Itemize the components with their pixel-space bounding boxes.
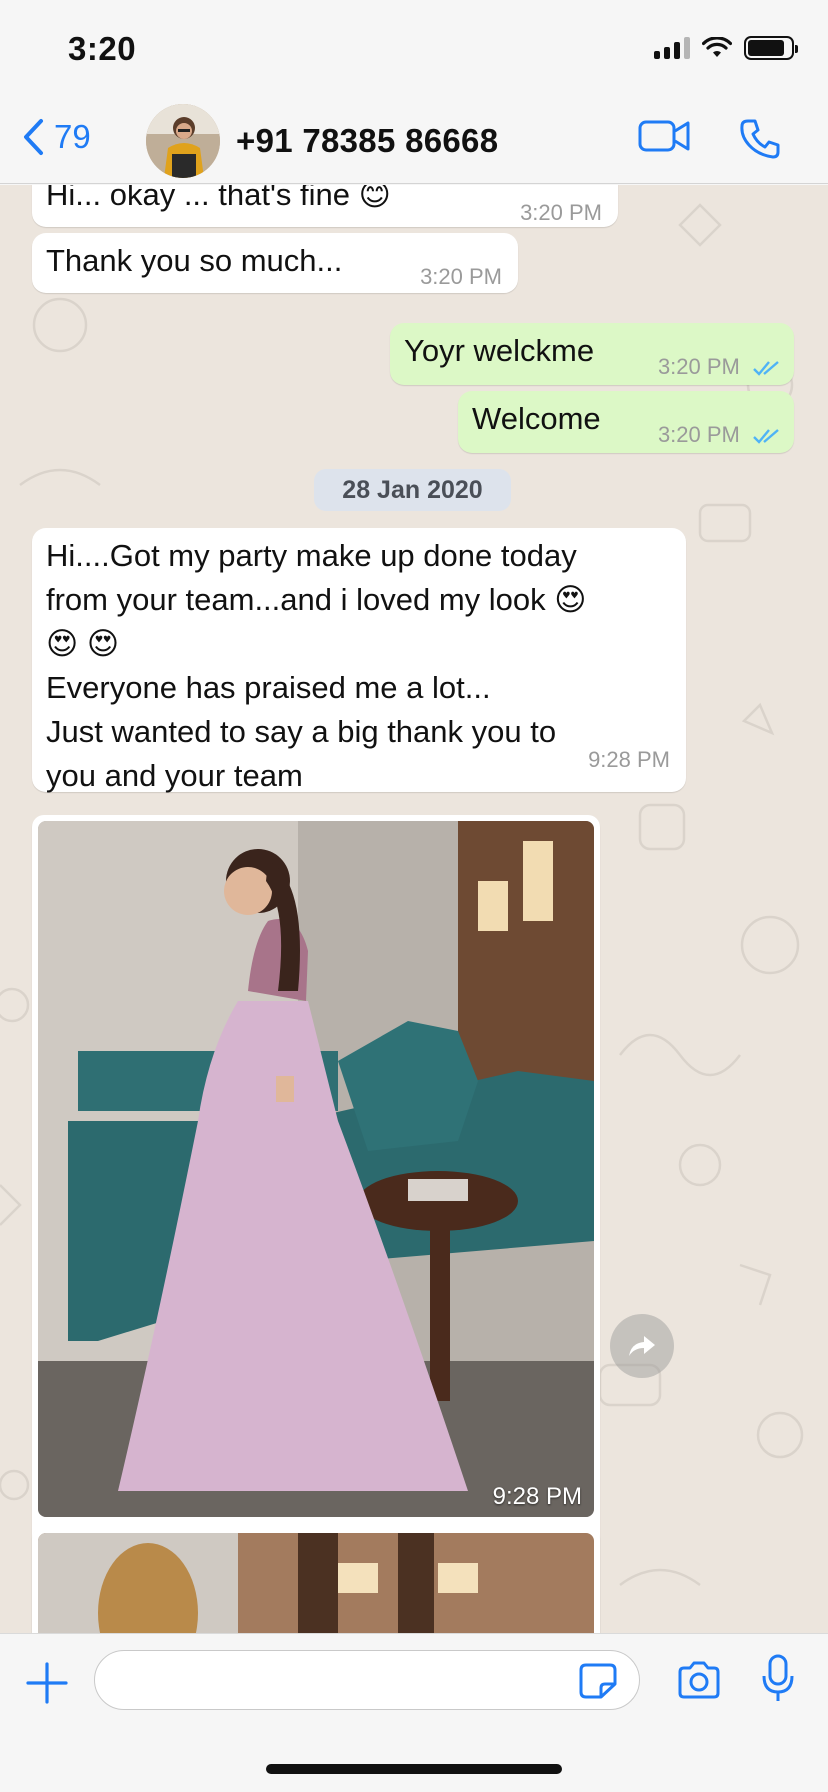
- status-time: 3:20: [68, 30, 137, 67]
- message-line: from your team...and i loved my look 😍: [46, 582, 587, 617]
- unread-count: 79: [54, 118, 91, 155]
- message-text: Yoyr welckme: [404, 333, 595, 368]
- photo[interactable]: 9:28 PM: [38, 821, 594, 1517]
- status-bar: 3:20: [0, 0, 828, 100]
- cellular-signal-icon: [654, 37, 690, 59]
- message-time-text: 3:20 PM: [657, 422, 740, 447]
- wifi-icon: [702, 37, 732, 57]
- message-line: Hi....Got my party make up done today: [46, 538, 577, 573]
- message-time: 3:20 PM: [420, 264, 502, 289]
- forward-icon: [629, 1336, 655, 1356]
- photo-time: 9:28 PM: [492, 1483, 582, 1510]
- video-call-icon[interactable]: [638, 118, 690, 154]
- message-text: Welcome: [472, 401, 601, 436]
- message-input[interactable]: [94, 1650, 640, 1710]
- message-bubble-incoming[interactable]: Hi... okay ... that's fine 😊 3:20 PM: [32, 185, 618, 227]
- photo-image: [38, 821, 594, 1517]
- chat-header: 79 +91 78385 86668: [0, 100, 828, 184]
- chat-area[interactable]: Hi... okay ... that's fine 😊 3:20 PM Tha…: [0, 185, 828, 1633]
- message-time: 3:20 PM: [520, 200, 602, 225]
- battery-icon: [744, 36, 798, 60]
- message-bubble-outgoing[interactable]: Yoyr welckme 3:20 PM: [390, 323, 794, 385]
- plus-icon[interactable]: [24, 1660, 70, 1706]
- forward-button[interactable]: [610, 1314, 674, 1378]
- message-bubble-incoming[interactable]: Hi....Got my party make up done today fr…: [32, 528, 686, 793]
- message-bubble-outgoing[interactable]: Welcome 3:20 PM: [458, 391, 794, 453]
- composer-bar: [0, 1633, 828, 1792]
- photo[interactable]: [38, 1533, 594, 1633]
- message-line: you and your team: [46, 758, 303, 793]
- sticker-icon[interactable]: [578, 1662, 618, 1700]
- phone-call-icon[interactable]: [738, 117, 782, 161]
- read-receipt-icon: [753, 361, 779, 376]
- date-divider: 28 Jan 2020: [314, 469, 511, 511]
- home-indicator: [266, 1764, 562, 1774]
- message-time: 3:20 PM: [658, 413, 782, 457]
- message-text: Hi... okay ... that's fine 😊: [46, 185, 391, 212]
- contact-name[interactable]: +91 78385 86668: [236, 122, 498, 160]
- photo-message[interactable]: 9:28 PM: [32, 815, 600, 1633]
- message-line: Just wanted to say a big thank you to: [46, 714, 557, 749]
- chevron-left-icon: [24, 119, 43, 155]
- avatar[interactable]: [146, 104, 220, 178]
- microphone-icon[interactable]: [760, 1654, 796, 1704]
- photo-image: [38, 1533, 594, 1633]
- status-icons: [654, 36, 798, 60]
- message-time: 9:28 PM: [588, 747, 670, 772]
- camera-icon[interactable]: [676, 1660, 722, 1700]
- message-bubble-incoming[interactable]: Thank you so much... 3:20 PM: [32, 233, 518, 293]
- message-line: Everyone has praised me a lot...: [46, 670, 491, 705]
- message-time-text: 3:20 PM: [657, 354, 740, 379]
- read-receipt-icon: [753, 429, 779, 444]
- photo-message[interactable]: [32, 1527, 600, 1633]
- message-line: 😍 😍: [46, 626, 120, 661]
- message-time: 3:20 PM: [658, 345, 782, 389]
- message-text: Thank you so much...: [46, 243, 343, 278]
- back-button[interactable]: 79: [22, 118, 91, 156]
